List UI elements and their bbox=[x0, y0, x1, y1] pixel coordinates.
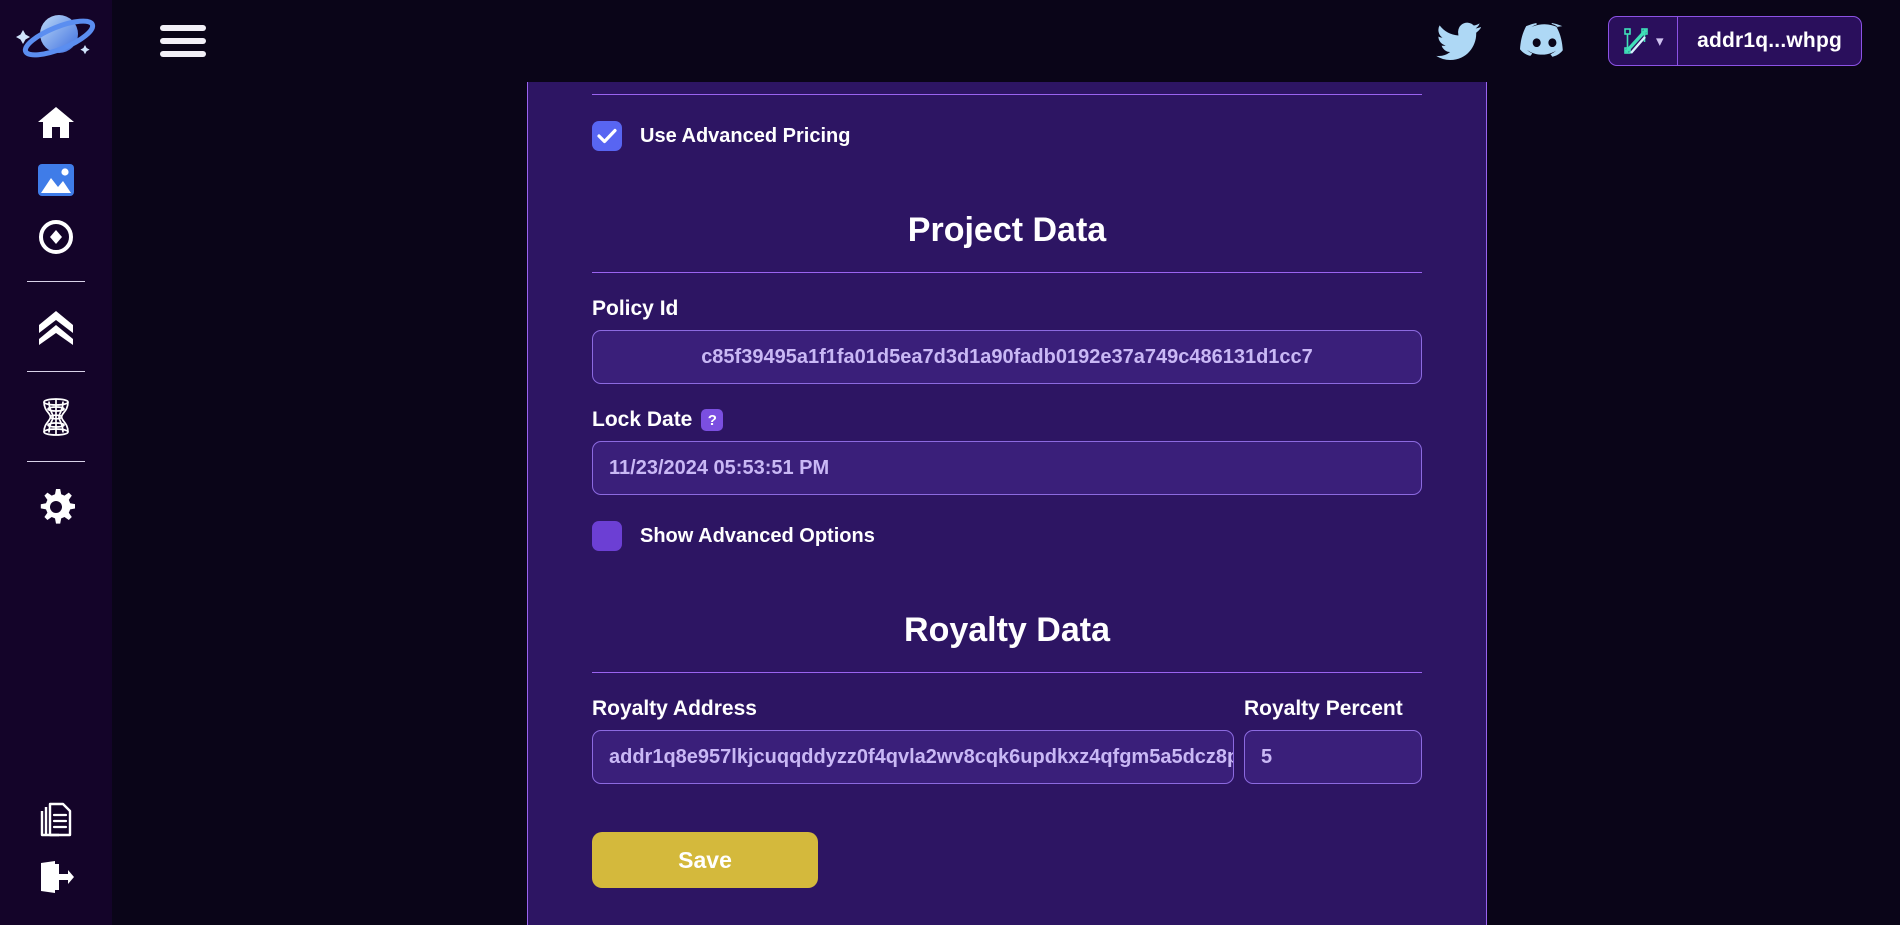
project-settings-panel: Use Advanced Pricing Project Data Policy… bbox=[527, 82, 1487, 925]
lock-date-input[interactable]: 11/23/2024 05:53:51 PM bbox=[592, 441, 1422, 495]
lock-date-help-icon[interactable]: ? bbox=[701, 409, 724, 431]
policy-id-field: Policy Id c85f39495a1f1fa01d5ea7d3d1a90f… bbox=[592, 297, 1422, 384]
use-advanced-pricing-row[interactable]: Use Advanced Pricing bbox=[592, 95, 1422, 151]
panel-body: Use Advanced Pricing Project Data Policy… bbox=[528, 82, 1486, 888]
sidebar-item-settings[interactable] bbox=[0, 478, 112, 535]
twitter-link[interactable] bbox=[1436, 22, 1482, 60]
sidebar-item-boost[interactable] bbox=[0, 298, 112, 355]
sidebar-item-token[interactable] bbox=[0, 208, 112, 265]
royalty-data-title: Royalty Data bbox=[904, 611, 1110, 649]
hourglass-mesh-icon bbox=[43, 397, 69, 436]
hamburger-bar bbox=[160, 25, 206, 31]
royalty-percent-field: Royalty Percent 5 bbox=[1244, 697, 1422, 784]
royalty-address-field: Royalty Address addr1q8e957lkjcuqqddyzz0… bbox=[592, 697, 1234, 784]
royalty-percent-input[interactable]: 5 bbox=[1244, 730, 1422, 784]
app-logo[interactable] bbox=[10, 6, 102, 72]
policy-id-label: Policy Id bbox=[592, 297, 679, 320]
use-advanced-pricing-checkbox[interactable] bbox=[592, 121, 622, 151]
lock-date-label: Lock Date bbox=[592, 408, 693, 431]
discord-link[interactable] bbox=[1520, 22, 1570, 60]
app-root: ▾ addr1q...whpg Use Advanced Pricing Pro… bbox=[0, 0, 1900, 925]
image-icon bbox=[38, 163, 74, 196]
project-data-title: Project Data bbox=[907, 211, 1107, 249]
main-content: Use Advanced Pricing Project Data Policy… bbox=[112, 82, 1900, 925]
sidebar bbox=[0, 0, 112, 925]
divider-royalty-data bbox=[592, 672, 1422, 673]
nami-wallet-icon bbox=[1624, 28, 1648, 54]
sidebar-divider-1 bbox=[27, 281, 85, 282]
royalty-address-label: Royalty Address bbox=[592, 697, 757, 720]
sidebar-divider-3 bbox=[27, 461, 85, 462]
hamburger-menu-button[interactable] bbox=[160, 25, 206, 57]
sidebar-item-documents[interactable] bbox=[0, 791, 112, 848]
lock-date-field: Lock Date ? 11/23/2024 05:53:51 PM bbox=[592, 408, 1422, 495]
use-advanced-pricing-label: Use Advanced Pricing bbox=[640, 124, 851, 147]
double-chevron-up-icon bbox=[39, 310, 73, 345]
discord-icon bbox=[1520, 23, 1563, 57]
hamburger-bar bbox=[160, 51, 206, 57]
show-advanced-options-label: Show Advanced Options bbox=[640, 524, 875, 547]
chevron-down-icon: ▾ bbox=[1656, 32, 1664, 50]
hamburger-bar bbox=[160, 38, 206, 44]
home-icon bbox=[38, 106, 74, 138]
sidebar-item-gallery[interactable] bbox=[0, 151, 112, 208]
sidebar-item-home[interactable] bbox=[0, 94, 112, 151]
header-actions: ▾ addr1q...whpg bbox=[1436, 16, 1900, 66]
save-button[interactable]: Save bbox=[592, 832, 818, 888]
wallet-provider[interactable]: ▾ bbox=[1609, 17, 1677, 65]
logout-icon bbox=[41, 860, 74, 893]
royalty-percent-label: Royalty Percent bbox=[1244, 697, 1403, 720]
sidebar-divider-2 bbox=[27, 371, 85, 372]
show-advanced-options-row[interactable]: Show Advanced Options bbox=[592, 495, 1422, 551]
target-circle-icon bbox=[39, 219, 73, 254]
twitter-icon bbox=[1436, 22, 1481, 60]
lock-date-label-row: Lock Date ? bbox=[592, 408, 1422, 432]
gear-icon bbox=[40, 488, 75, 524]
policy-id-input[interactable]: c85f39495a1f1fa01d5ea7d3d1a90fadb0192e37… bbox=[592, 330, 1422, 384]
sidebar-item-portal[interactable] bbox=[0, 388, 112, 445]
wallet-address[interactable]: addr1q...whpg bbox=[1678, 29, 1861, 53]
documents-icon bbox=[40, 802, 72, 836]
wallet-selector[interactable]: ▾ addr1q...whpg bbox=[1608, 16, 1862, 66]
sidebar-bottom-group bbox=[0, 791, 112, 905]
show-advanced-options-checkbox[interactable] bbox=[592, 521, 622, 551]
sidebar-item-logout[interactable] bbox=[0, 848, 112, 905]
checkmark-icon bbox=[597, 128, 617, 144]
royalty-address-input[interactable]: addr1q8e957lkjcuqqddyzz0f4qvla2wv8cqk6up… bbox=[592, 730, 1234, 784]
top-header: ▾ addr1q...whpg bbox=[112, 0, 1900, 82]
saturn-planet-logo bbox=[16, 15, 96, 58]
royalty-fields-row: Royalty Address addr1q8e957lkjcuqqddyzz0… bbox=[592, 697, 1422, 784]
divider-project-data bbox=[592, 272, 1422, 273]
